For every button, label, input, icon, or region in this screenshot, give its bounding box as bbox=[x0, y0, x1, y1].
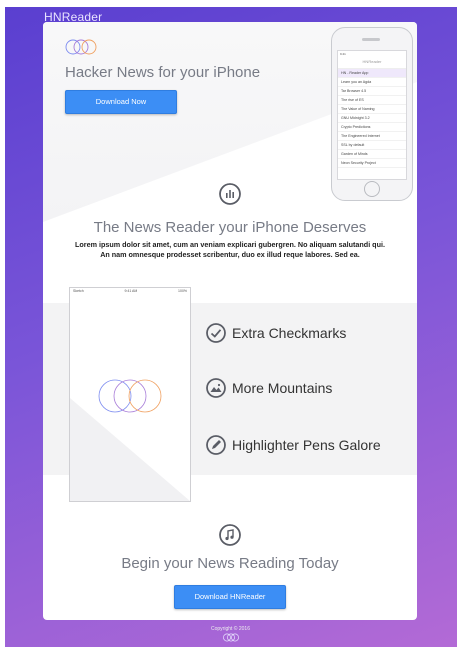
section-title-features: The News Reader your iPhone Deserves bbox=[93, 219, 367, 236]
mockup-time: 9:41 AM bbox=[124, 289, 138, 293]
copyright-text: Copyright © 2016 bbox=[211, 626, 250, 632]
phone-app-title: HNReader bbox=[338, 59, 406, 69]
feature-label: Extra Checkmarks bbox=[232, 325, 347, 341]
story-row: Crypto Predictions bbox=[338, 123, 406, 132]
mountains-icon bbox=[206, 378, 226, 398]
logo-rings-icon bbox=[65, 39, 97, 55]
feature-label: More Mountains bbox=[232, 380, 333, 396]
hero-title: Hacker News for your iPhone bbox=[65, 64, 261, 81]
story-row: The rise of ES bbox=[338, 96, 406, 105]
phone-home-button bbox=[364, 181, 380, 197]
section-title-cta: Begin your News Reading Today bbox=[121, 555, 339, 572]
pen-icon bbox=[206, 435, 226, 455]
story-row: The Value of Naming bbox=[338, 105, 406, 114]
phone-screen: 9:41 HNReader HN - Reader App Learn you … bbox=[337, 50, 407, 180]
story-row: The Engineered Internet bbox=[338, 132, 406, 141]
phone-status-bar: 9:41 bbox=[340, 52, 346, 56]
mockup-status-bar: Sketch 9:41 AM 100% bbox=[70, 288, 190, 296]
main-card: Hacker News for your iPhone Download Now… bbox=[43, 22, 417, 620]
feature-extra-checkmarks: Extra Checkmarks bbox=[206, 320, 346, 346]
feature-more-mountains: More Mountains bbox=[206, 375, 332, 401]
download-now-button[interactable]: Download Now bbox=[65, 90, 177, 114]
story-row: Neon Security Project bbox=[338, 159, 406, 168]
music-note-icon bbox=[219, 524, 241, 546]
story-row: SSL by default bbox=[338, 141, 406, 150]
iphone-mockup: 9:41 HNReader HN - Reader App Learn you … bbox=[331, 27, 413, 201]
feature-label: Highlighter Pens Galore bbox=[232, 437, 381, 453]
story-row: HN - Reader App bbox=[338, 69, 406, 78]
story-row: Learn you an Agda bbox=[338, 78, 406, 87]
checkmark-icon bbox=[206, 323, 226, 343]
mockup-battery: 100% bbox=[178, 289, 187, 293]
mockup-carrier: Sketch bbox=[73, 289, 84, 293]
download-hnreader-button[interactable]: Download HNReader bbox=[174, 585, 286, 609]
app-screen-mockup: Sketch 9:41 AM 100% bbox=[69, 287, 191, 502]
phone-speaker bbox=[362, 38, 380, 41]
story-row: Garden of Minds bbox=[338, 150, 406, 159]
feature-highlighter-pens: Highlighter Pens Galore bbox=[206, 432, 381, 458]
bar-chart-icon bbox=[219, 183, 241, 205]
logo-rings-icon bbox=[98, 379, 162, 413]
footer-logo-icon bbox=[223, 633, 239, 642]
section-description: Lorem ipsum dolor sit amet, cum an venia… bbox=[75, 240, 385, 259]
story-row: Tar Browser 4.5 bbox=[338, 87, 406, 96]
story-row: GNU Midnight 3.2 bbox=[338, 114, 406, 123]
